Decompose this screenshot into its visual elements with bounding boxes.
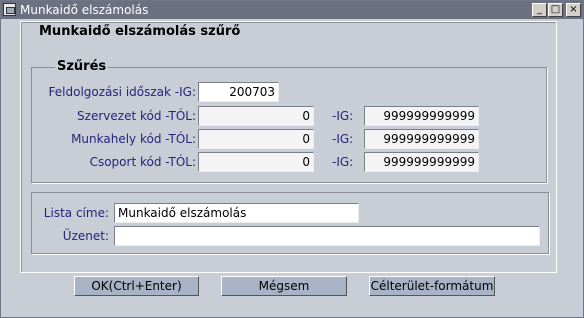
org-code-from-label: Szervezet kód -TÓL: [77,109,196,123]
workplace-code-from-input[interactable]: 0 [198,129,314,149]
list-title-label: Lista címe: [43,206,109,220]
cancel-button[interactable]: Mégsem [221,276,347,296]
group-code-from-input[interactable]: 0 [198,152,314,172]
message-label: Üzenet: [62,229,109,243]
list-title-input[interactable]: Munkaidő elszámolás [114,203,359,223]
group-code-from-label: Csoport kód -TÓL: [89,155,196,169]
form-heading: Munkaidő elszámolás szűrő [39,24,241,39]
window-title: Munkaidő elszámolás [20,3,149,17]
close-button[interactable]: × [566,3,581,17]
workplace-code-from-label: Munkahely kód -TÓL: [71,132,196,146]
org-code-to-input[interactable]: 999999999999 [364,106,479,126]
target-format-button[interactable]: Célterület-formátum [369,276,495,296]
ok-button[interactable]: OK(Ctrl+Enter) [74,276,199,296]
group-code-to-label: -IG: [332,155,354,169]
workplace-code-to-input[interactable]: 999999999999 [364,129,479,149]
title-bar[interactable]: Munkaidő elszámolás _ □ × [1,1,583,19]
group-code-to-input[interactable]: 999999999999 [364,152,479,172]
filter-group-label: Szűrés [55,59,109,74]
dialog-window: Munkaidő elszámolás _ □ × Munkaidő elszá… [0,0,584,318]
org-code-from-input[interactable]: 0 [198,106,314,126]
workplace-code-to-label: -IG: [332,132,354,146]
period-label: Feldolgozási időszak -IG: [48,85,196,99]
app-window-icon [3,3,16,16]
period-input[interactable]: 200703 [198,82,279,102]
maximize-button[interactable]: □ [548,3,563,17]
message-input[interactable] [114,226,540,246]
minimize-button[interactable]: _ [532,3,547,17]
org-code-to-label: -IG: [332,109,354,123]
